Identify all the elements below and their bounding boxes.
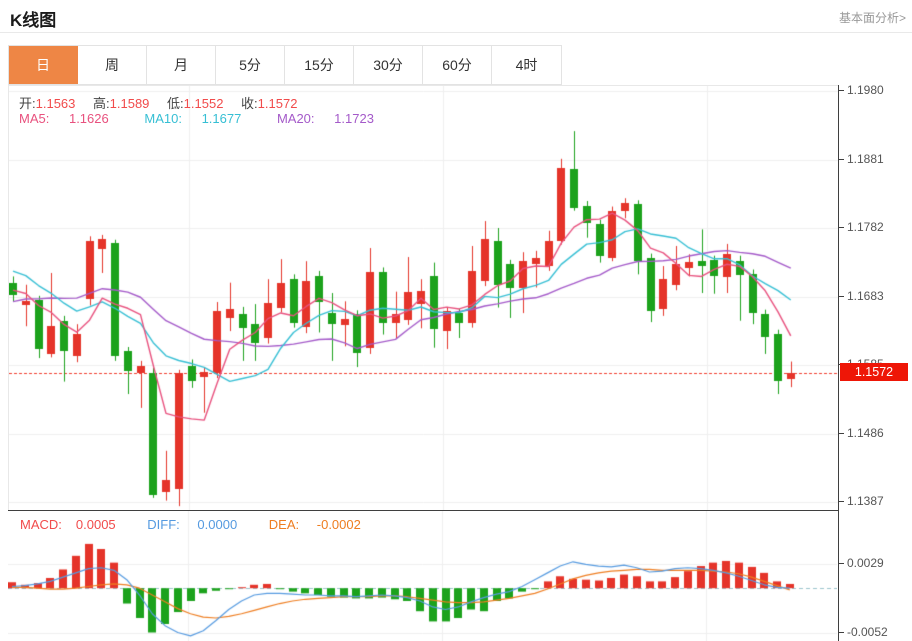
- interval-tab-5min[interactable]: 5分: [216, 46, 285, 84]
- price-tick-label: 1.1486: [847, 426, 884, 440]
- header-divider: [0, 32, 912, 33]
- close-label: 收:: [241, 96, 258, 111]
- page-title: K线图: [10, 6, 56, 31]
- macd-value-readout: MACD:0.0005: [20, 517, 130, 532]
- price-tick-label: 1.1387: [847, 494, 884, 508]
- fundamental-analysis-link[interactable]: 基本面分析>: [839, 9, 906, 26]
- low-value: 1.1552: [184, 96, 224, 111]
- last-price-badge: 1.1572: [840, 363, 908, 381]
- diff-value-readout: DIFF: 0.0000: [147, 517, 251, 532]
- price-tick-label: 1.1980: [847, 83, 884, 97]
- tick-mark: [839, 563, 844, 564]
- ma10-readout: MA10: 1.1677: [144, 111, 257, 126]
- tick-mark: [839, 433, 844, 434]
- interval-tab-day[interactable]: 日: [9, 46, 78, 84]
- macd-pane: MACD:0.0005 DIFF: 0.0000 DEA: -0.0002: [8, 510, 838, 641]
- macd-tick-label: 0.0029: [847, 556, 884, 570]
- price-tick-label: 1.1881: [847, 152, 884, 166]
- open-value: 1.1563: [36, 96, 76, 111]
- macd-readout: MACD:0.0005 DIFF: 0.0000 DEA: -0.0002: [20, 517, 389, 532]
- interval-tabs: 日周月5分15分30分60分4时: [8, 45, 562, 85]
- price-tick-label: 1.1683: [847, 289, 884, 303]
- tick-mark: [839, 296, 844, 297]
- open-label: 开:: [19, 96, 36, 111]
- interval-tab-15min[interactable]: 15分: [285, 46, 354, 84]
- interval-tab-month[interactable]: 月: [147, 46, 216, 84]
- macd-tick-label: -0.0052: [847, 625, 888, 639]
- price-tick-label: 1.1782: [847, 220, 884, 234]
- interval-tab-week[interactable]: 周: [78, 46, 147, 84]
- ma5-readout: MA5: 1.1626: [19, 111, 125, 126]
- ohlc-readout: 开:1.1563 高:1.1589 低:1.1552 收:1.1572: [19, 93, 311, 112]
- candlestick-pane: 开:1.1563 高:1.1589 低:1.1552 收:1.1572 MA5:…: [8, 85, 838, 510]
- close-value: 1.1572: [258, 96, 298, 111]
- ma-readout: MA5: 1.1626 MA10: 1.1677 MA20: 1.1723: [19, 111, 406, 126]
- interval-tab-4hour[interactable]: 4时: [492, 46, 561, 84]
- tick-mark: [839, 159, 844, 160]
- interval-tab-30min[interactable]: 30分: [354, 46, 423, 84]
- dea-value-readout: DEA: -0.0002: [269, 517, 375, 532]
- interval-tab-60min[interactable]: 60分: [423, 46, 492, 84]
- tick-mark: [839, 632, 844, 633]
- tick-mark: [839, 227, 844, 228]
- kline-chart-page: K线图 基本面分析> 日周月5分15分30分60分4时 开:1.1563 高:1…: [0, 0, 912, 641]
- high-label: 高:: [93, 96, 110, 111]
- low-label: 低:: [167, 96, 184, 111]
- high-value: 1.1589: [110, 96, 150, 111]
- candlestick-canvas[interactable]: [9, 86, 838, 510]
- price-axis-gutter: 1.1572 1.19801.18811.17821.16831.15851.1…: [838, 85, 912, 641]
- tick-mark: [839, 501, 844, 502]
- ma20-readout: MA20: 1.1723: [277, 111, 390, 126]
- tick-mark: [839, 90, 844, 91]
